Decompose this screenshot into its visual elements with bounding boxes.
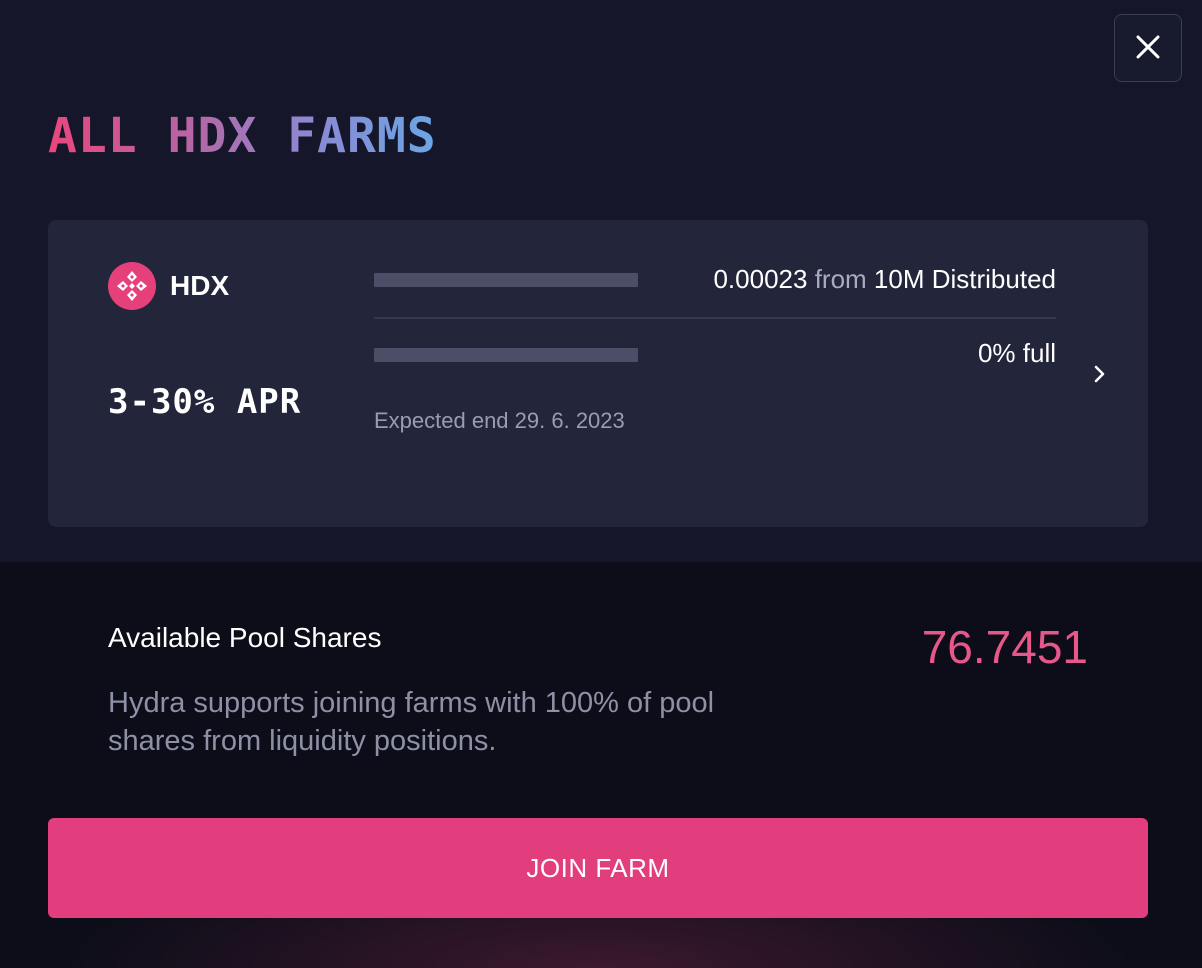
available-shares-description: Hydra supports joining farms with 100% o… <box>108 687 715 757</box>
expected-end-date: Expected end 29. 6. 2023 <box>374 408 625 433</box>
hdx-logo-icon <box>108 262 156 310</box>
modal-title: ALL HDX FARMS <box>48 108 437 164</box>
distributed-total: 10M Distributed <box>873 264 1056 294</box>
distributed-text: 0.00023 from 10M Distributed <box>713 264 1056 295</box>
chevron-right-icon[interactable] <box>1092 362 1108 391</box>
distributed-amount: 0.00023 <box>713 264 808 294</box>
farm-card[interactable]: HDX 3-30% APR 0.00023 from 10M Distribut… <box>48 220 1148 527</box>
distributed-progress-bar <box>374 273 638 287</box>
card-divider <box>374 317 1056 319</box>
asset-symbol: HDX <box>170 270 230 301</box>
capacity-progress-bar <box>374 348 638 362</box>
farm-apr: 3-30% APR <box>108 382 302 422</box>
close-button[interactable] <box>1114 14 1182 82</box>
capacity-full-text: 0% full <box>977 338 1056 368</box>
close-icon <box>1135 34 1161 63</box>
available-shares-title: Available Pool Shares <box>108 622 382 653</box>
join-farm-button[interactable]: JOIN FARM <box>48 818 1148 918</box>
distributed-from: from <box>814 264 867 294</box>
farm-asset: HDX <box>108 262 229 310</box>
available-shares-value: 76.7451 <box>921 621 1088 673</box>
